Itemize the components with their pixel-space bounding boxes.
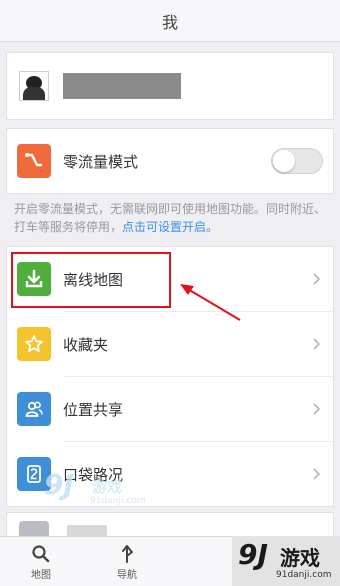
zero-traffic-label: 零流量模式 (63, 152, 139, 171)
watermark-text: 游戏 (92, 478, 123, 496)
zero-traffic-toggle[interactable] (271, 148, 323, 174)
tab-label: 导航 (117, 569, 137, 581)
chevron-right-icon (313, 403, 321, 415)
tab-navigation[interactable]: 导航 (92, 537, 162, 586)
watermark-logo: 9J (44, 468, 74, 501)
avatar[interactable] (19, 71, 49, 101)
star-icon (17, 327, 51, 361)
menu-item-location-share[interactable]: 位置共享 (7, 377, 333, 441)
zero-traffic-row[interactable]: 零流量模式 (7, 129, 333, 193)
tab-map[interactable]: 地图 (6, 537, 76, 586)
watermark-site: 91danji.com (90, 496, 146, 506)
hint-link[interactable]: 点击可设置开启。 (122, 220, 218, 234)
corner-logo-text: 游戏 (280, 546, 320, 570)
menu-item-label: 位置共享 (63, 400, 124, 419)
tab-label: 地图 (31, 569, 51, 581)
annotation-highlight-box (11, 252, 171, 308)
corner-logo-mark: 9J (238, 538, 268, 571)
toggle-knob (273, 150, 295, 172)
navigation-icon (122, 544, 133, 563)
profile-card[interactable] (6, 52, 334, 120)
corner-logo: 9J 游戏 91danji.com (232, 536, 340, 586)
top-bar: 我 (0, 0, 340, 42)
menu-item-favorites[interactable]: 收藏夹 (7, 312, 333, 376)
chevron-right-icon (313, 468, 321, 480)
watermark: 9J 游戏 91danji.com (36, 468, 146, 514)
chevron-right-icon (313, 338, 321, 350)
page-title: 我 (161, 12, 178, 32)
corner-logo-site: 91danji.com (276, 570, 332, 580)
username-redacted (63, 73, 181, 99)
people-icon (17, 392, 51, 426)
zero-traffic-card: 零流量模式 (6, 128, 334, 194)
menu-item-label: 收藏夹 (63, 335, 109, 354)
route-icon (17, 144, 51, 178)
chevron-right-icon (313, 273, 321, 285)
zero-traffic-hint: 开启零流量模式，无需联网即可使用地图功能。同时附近、打车等服务将停用，点击可设置… (14, 200, 330, 236)
search-icon (32, 544, 50, 562)
